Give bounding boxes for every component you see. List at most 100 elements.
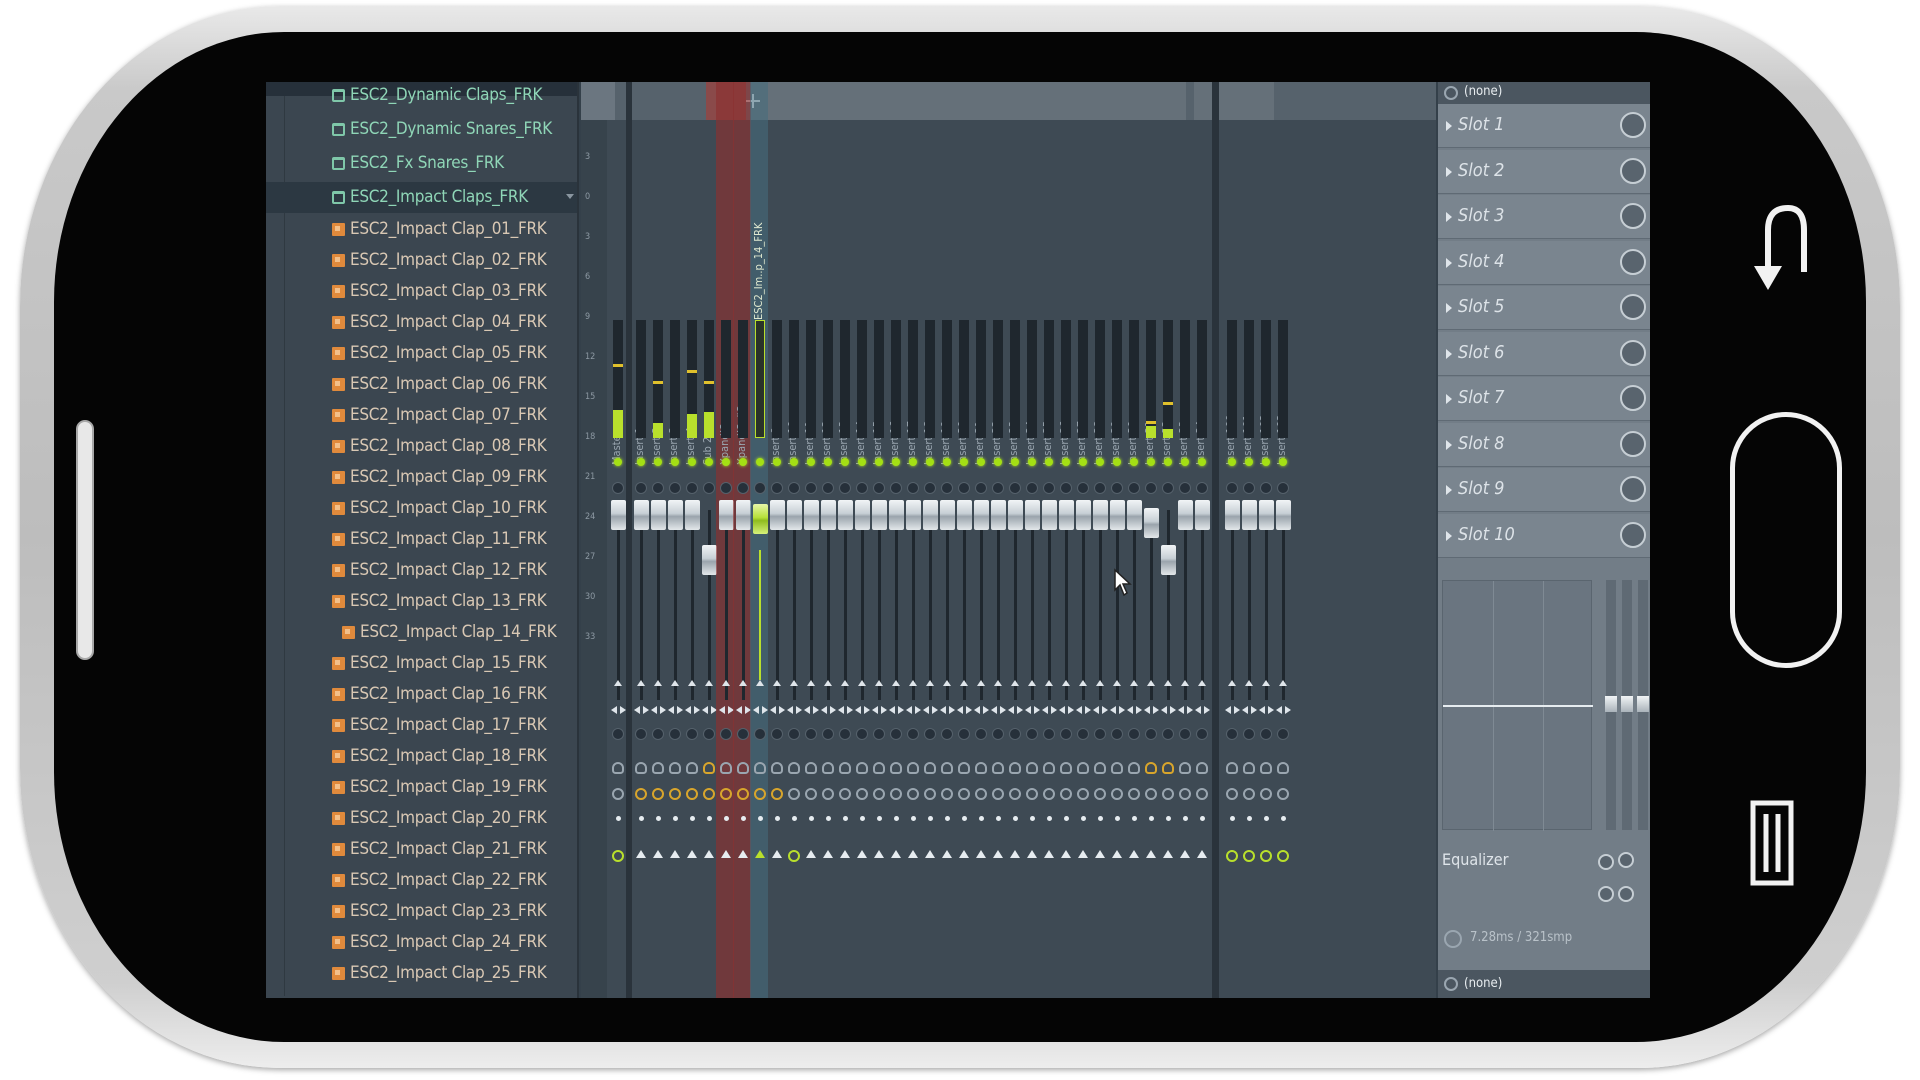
stereo-knob[interactable] — [1111, 482, 1123, 494]
pan-arrows-icon[interactable] — [872, 706, 887, 714]
pan-knob[interactable] — [856, 728, 868, 740]
route-arrow-icon[interactable] — [1130, 680, 1138, 686]
pan-knob[interactable] — [612, 728, 624, 740]
pan-arrows-icon[interactable] — [702, 706, 717, 714]
volume-fader[interactable] — [1110, 500, 1125, 530]
send-triangle[interactable] — [704, 850, 714, 858]
folder-item[interactable]: ESC2_Fx Snares_FRK — [266, 148, 577, 179]
slot-mix-knob[interactable] — [1620, 157, 1646, 184]
pan-arrows-icon[interactable] — [855, 706, 870, 714]
send-triangle[interactable] — [925, 850, 935, 858]
send-dot[interactable] — [724, 816, 729, 821]
volume-fader[interactable] — [1076, 500, 1091, 530]
route-ring[interactable] — [924, 788, 936, 800]
fx-slot[interactable]: Slot 1 — [1438, 104, 1650, 148]
eq-band-fader[interactable] — [1605, 580, 1617, 830]
send-triangle[interactable] — [1180, 850, 1190, 858]
fx-toggle[interactable] — [1128, 762, 1140, 774]
send-triangle[interactable] — [993, 850, 1003, 858]
pan-knob[interactable] — [822, 728, 834, 740]
file-item[interactable]: ESC2_Impact Clap_24_FRK — [266, 927, 577, 958]
send-triangle[interactable] — [738, 850, 748, 858]
send-dot[interactable] — [639, 816, 644, 821]
fx-toggle[interactable] — [737, 762, 749, 774]
send-dot[interactable] — [877, 816, 882, 821]
volume-fader[interactable] — [1059, 500, 1074, 530]
route-ring[interactable] — [1060, 788, 1072, 800]
send-triangle[interactable] — [1061, 850, 1071, 858]
pan-knob[interactable] — [992, 728, 1004, 740]
volume-fader[interactable] — [770, 500, 785, 530]
stereo-knob[interactable] — [873, 482, 885, 494]
track-enable-led[interactable] — [1279, 458, 1287, 466]
stereo-knob[interactable] — [1077, 482, 1089, 494]
slot-mix-knob[interactable] — [1620, 294, 1646, 320]
send-dot[interactable] — [741, 816, 746, 821]
stereo-knob[interactable] — [669, 482, 681, 494]
stereo-knob[interactable] — [941, 482, 953, 494]
route-arrow-icon[interactable] — [1062, 680, 1070, 686]
stereo-knob[interactable] — [975, 482, 987, 494]
route-ring[interactable] — [1077, 788, 1089, 800]
route-ring[interactable] — [907, 788, 919, 800]
slot-mix-knob[interactable] — [1620, 385, 1646, 411]
fx-slot[interactable]: Slot 2 — [1438, 149, 1650, 194]
fx-toggle[interactable] — [1111, 762, 1123, 774]
route-arrow-icon[interactable] — [739, 680, 747, 686]
route-arrow-icon[interactable] — [1245, 680, 1253, 686]
fx-slot[interactable]: Slot 4 — [1438, 240, 1650, 285]
pan-knob[interactable] — [754, 728, 766, 740]
pan-knob[interactable] — [788, 728, 800, 740]
send-dot[interactable] — [1081, 816, 1086, 821]
pan-knob[interactable] — [890, 728, 902, 740]
stereo-knob[interactable] — [1243, 482, 1255, 494]
send-triangle[interactable] — [1163, 850, 1173, 858]
volume-fader[interactable] — [634, 500, 649, 530]
route-ring[interactable] — [669, 788, 681, 800]
fx-toggle[interactable] — [958, 762, 970, 774]
pan-arrows-icon[interactable] — [906, 706, 921, 714]
home-button[interactable] — [1730, 412, 1842, 668]
pan-arrows-icon[interactable] — [1225, 706, 1240, 714]
route-arrow-icon[interactable] — [994, 680, 1002, 686]
file-item[interactable]: ESC2_Impact Clap_19_FRK — [266, 772, 577, 803]
send-triangle[interactable] — [636, 850, 646, 858]
send-triangle[interactable] — [1078, 850, 1088, 858]
file-item[interactable]: ESC2_Impact Clap_10_FRK — [266, 493, 577, 524]
stereo-knob[interactable] — [720, 482, 732, 494]
route-arrow-icon[interactable] — [960, 680, 968, 686]
pan-knob[interactable] — [1226, 728, 1238, 740]
stereo-knob[interactable] — [1162, 482, 1174, 494]
volume-fader[interactable] — [1008, 500, 1023, 530]
route-ring[interactable] — [720, 788, 732, 800]
expand-arrow-icon[interactable] — [1446, 166, 1452, 177]
file-item[interactable]: ESC2_Impact Clap_08_FRK — [266, 431, 577, 462]
route-arrow-icon[interactable] — [637, 680, 645, 686]
track-enable-led[interactable] — [1062, 458, 1070, 466]
fx-toggle[interactable] — [1277, 762, 1289, 774]
route-ring[interactable] — [890, 788, 902, 800]
route-ring[interactable] — [703, 788, 715, 800]
track-enable-led[interactable] — [790, 458, 798, 466]
track-enable-led[interactable] — [1045, 458, 1053, 466]
route-arrow-icon[interactable] — [1045, 680, 1053, 686]
route-arrow-icon[interactable] — [705, 680, 713, 686]
route-ring[interactable] — [992, 788, 1004, 800]
route-ring[interactable] — [1243, 788, 1255, 800]
recent-apps-icon[interactable] — [1750, 800, 1794, 886]
volume-fader[interactable] — [719, 500, 734, 530]
file-item[interactable]: ESC2_Impact Clap_04_FRK — [266, 307, 577, 338]
file-item[interactable]: ESC2_Impact Clap_01_FRK — [266, 214, 577, 245]
file-item[interactable]: ESC2_Impact Clap_02_FRK — [266, 245, 577, 276]
route-ring[interactable] — [1026, 788, 1038, 800]
file-item[interactable]: ESC2_Impact Clap_20_FRK — [266, 803, 577, 834]
pan-knob[interactable] — [907, 728, 919, 740]
send-triangle[interactable] — [806, 850, 816, 858]
track-enable-led[interactable] — [756, 458, 764, 466]
file-item[interactable]: ESC2_Impact Clap_21_FRK — [266, 834, 577, 865]
volume-fader[interactable] — [974, 500, 989, 530]
volume-fader[interactable] — [1242, 500, 1257, 530]
expand-arrow-icon[interactable] — [1446, 121, 1452, 131]
fx-toggle[interactable] — [1179, 762, 1191, 774]
track-enable-led[interactable] — [773, 458, 781, 466]
